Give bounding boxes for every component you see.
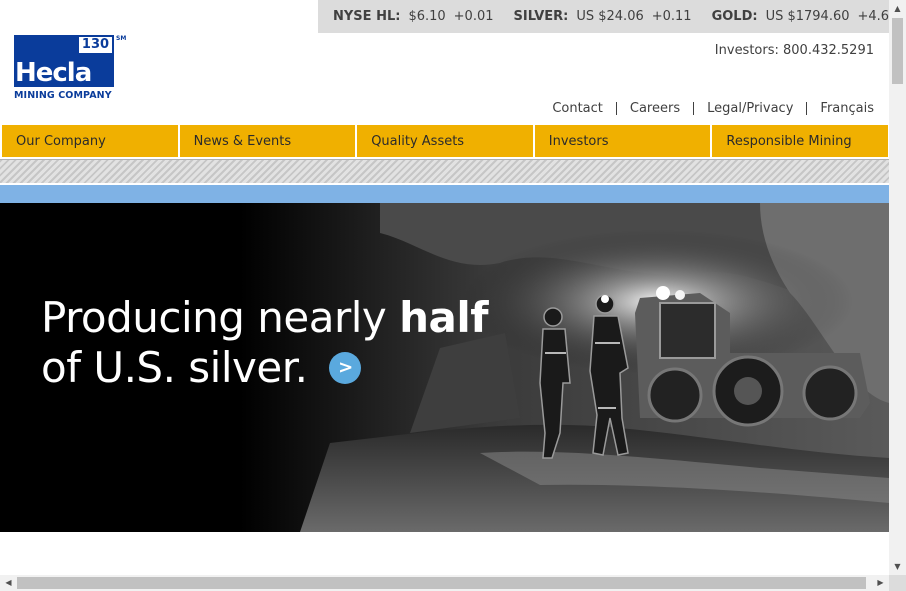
horizontal-scroll-thumb[interactable] bbox=[17, 577, 866, 589]
horizontal-scrollbar[interactable]: ◀ ▶ bbox=[0, 575, 889, 591]
nav-investors[interactable]: Investors bbox=[534, 125, 711, 157]
scroll-left-arrow-icon[interactable]: ◀ bbox=[0, 575, 17, 591]
main-nav: Our Company News & Events Quality Assets… bbox=[2, 125, 888, 157]
ticker-change-nyse: +0.01 bbox=[453, 9, 494, 24]
util-link-francais[interactable]: Français bbox=[820, 101, 874, 116]
utility-nav: Contact Careers Legal/Privacy Français bbox=[552, 101, 874, 116]
ticker-label-silver: SILVER: bbox=[513, 9, 569, 24]
logo-130-badge: 130 bbox=[77, 35, 114, 55]
stock-ticker: NYSE HL: $6.10 +0.01 SILVER: US $24.06 +… bbox=[318, 0, 889, 33]
logo-service-mark: SM bbox=[116, 35, 127, 42]
ticker-label-gold: GOLD: bbox=[711, 9, 758, 24]
vertical-scrollbar[interactable]: ▲ ▼ bbox=[889, 0, 906, 575]
scroll-down-arrow-icon[interactable]: ▼ bbox=[889, 558, 906, 575]
hero-arrow-button[interactable]: > bbox=[329, 351, 362, 384]
ticker-change-silver: +0.11 bbox=[651, 9, 692, 24]
util-link-legal-privacy[interactable]: Legal/Privacy bbox=[707, 101, 793, 116]
hero-line-2-text: of U.S. silver. bbox=[41, 343, 308, 392]
hero-headline: Producing nearly half of U.S. silver. > bbox=[41, 293, 489, 393]
scroll-up-arrow-icon[interactable]: ▲ bbox=[889, 0, 906, 17]
ticker-value-silver: US $24.06 bbox=[576, 9, 644, 24]
scroll-right-arrow-icon[interactable]: ▶ bbox=[872, 575, 889, 591]
hero-line-1-bold: half bbox=[399, 293, 489, 342]
nav-quality-assets[interactable]: Quality Assets bbox=[357, 125, 533, 157]
hero-line-1: Producing nearly half bbox=[41, 293, 489, 343]
hero-line-1-text: Producing nearly bbox=[41, 293, 400, 342]
hero-banner[interactable]: Producing nearly half of U.S. silver. > bbox=[0, 203, 889, 532]
scrollbar-corner bbox=[889, 575, 906, 591]
ticker-value-gold: US $1794.60 bbox=[765, 9, 850, 24]
hecla-logo[interactable]: 130 SM Hecla MINING COMPANY bbox=[14, 35, 126, 101]
util-divider bbox=[693, 102, 695, 115]
accent-blue-bar bbox=[0, 185, 889, 203]
util-divider bbox=[615, 102, 617, 115]
page-viewport: NYSE HL: $6.10 +0.01 SILVER: US $24.06 +… bbox=[0, 0, 889, 575]
ticker-value-nyse: $6.10 bbox=[408, 9, 446, 24]
nav-news-events[interactable]: News & Events bbox=[179, 125, 356, 157]
logo-subtitle: MINING COMPANY bbox=[14, 90, 112, 101]
util-link-careers[interactable]: Careers bbox=[630, 101, 680, 116]
util-divider bbox=[806, 102, 808, 115]
ticker-change-gold: +4.60 bbox=[857, 9, 889, 24]
vertical-scroll-thumb[interactable] bbox=[892, 18, 903, 84]
investors-phone: Investors: 800.432.5291 bbox=[714, 43, 874, 58]
decorative-stripe-band bbox=[0, 159, 889, 183]
ticker-label-nyse: NYSE HL: bbox=[333, 9, 401, 24]
hero-line-2: of U.S. silver. > bbox=[41, 343, 488, 393]
logo-wordmark: Hecla bbox=[15, 58, 92, 88]
util-link-contact[interactable]: Contact bbox=[552, 101, 603, 116]
nav-our-company[interactable]: Our Company bbox=[2, 125, 178, 157]
nav-responsible-mining[interactable]: Responsible Mining bbox=[712, 125, 888, 157]
